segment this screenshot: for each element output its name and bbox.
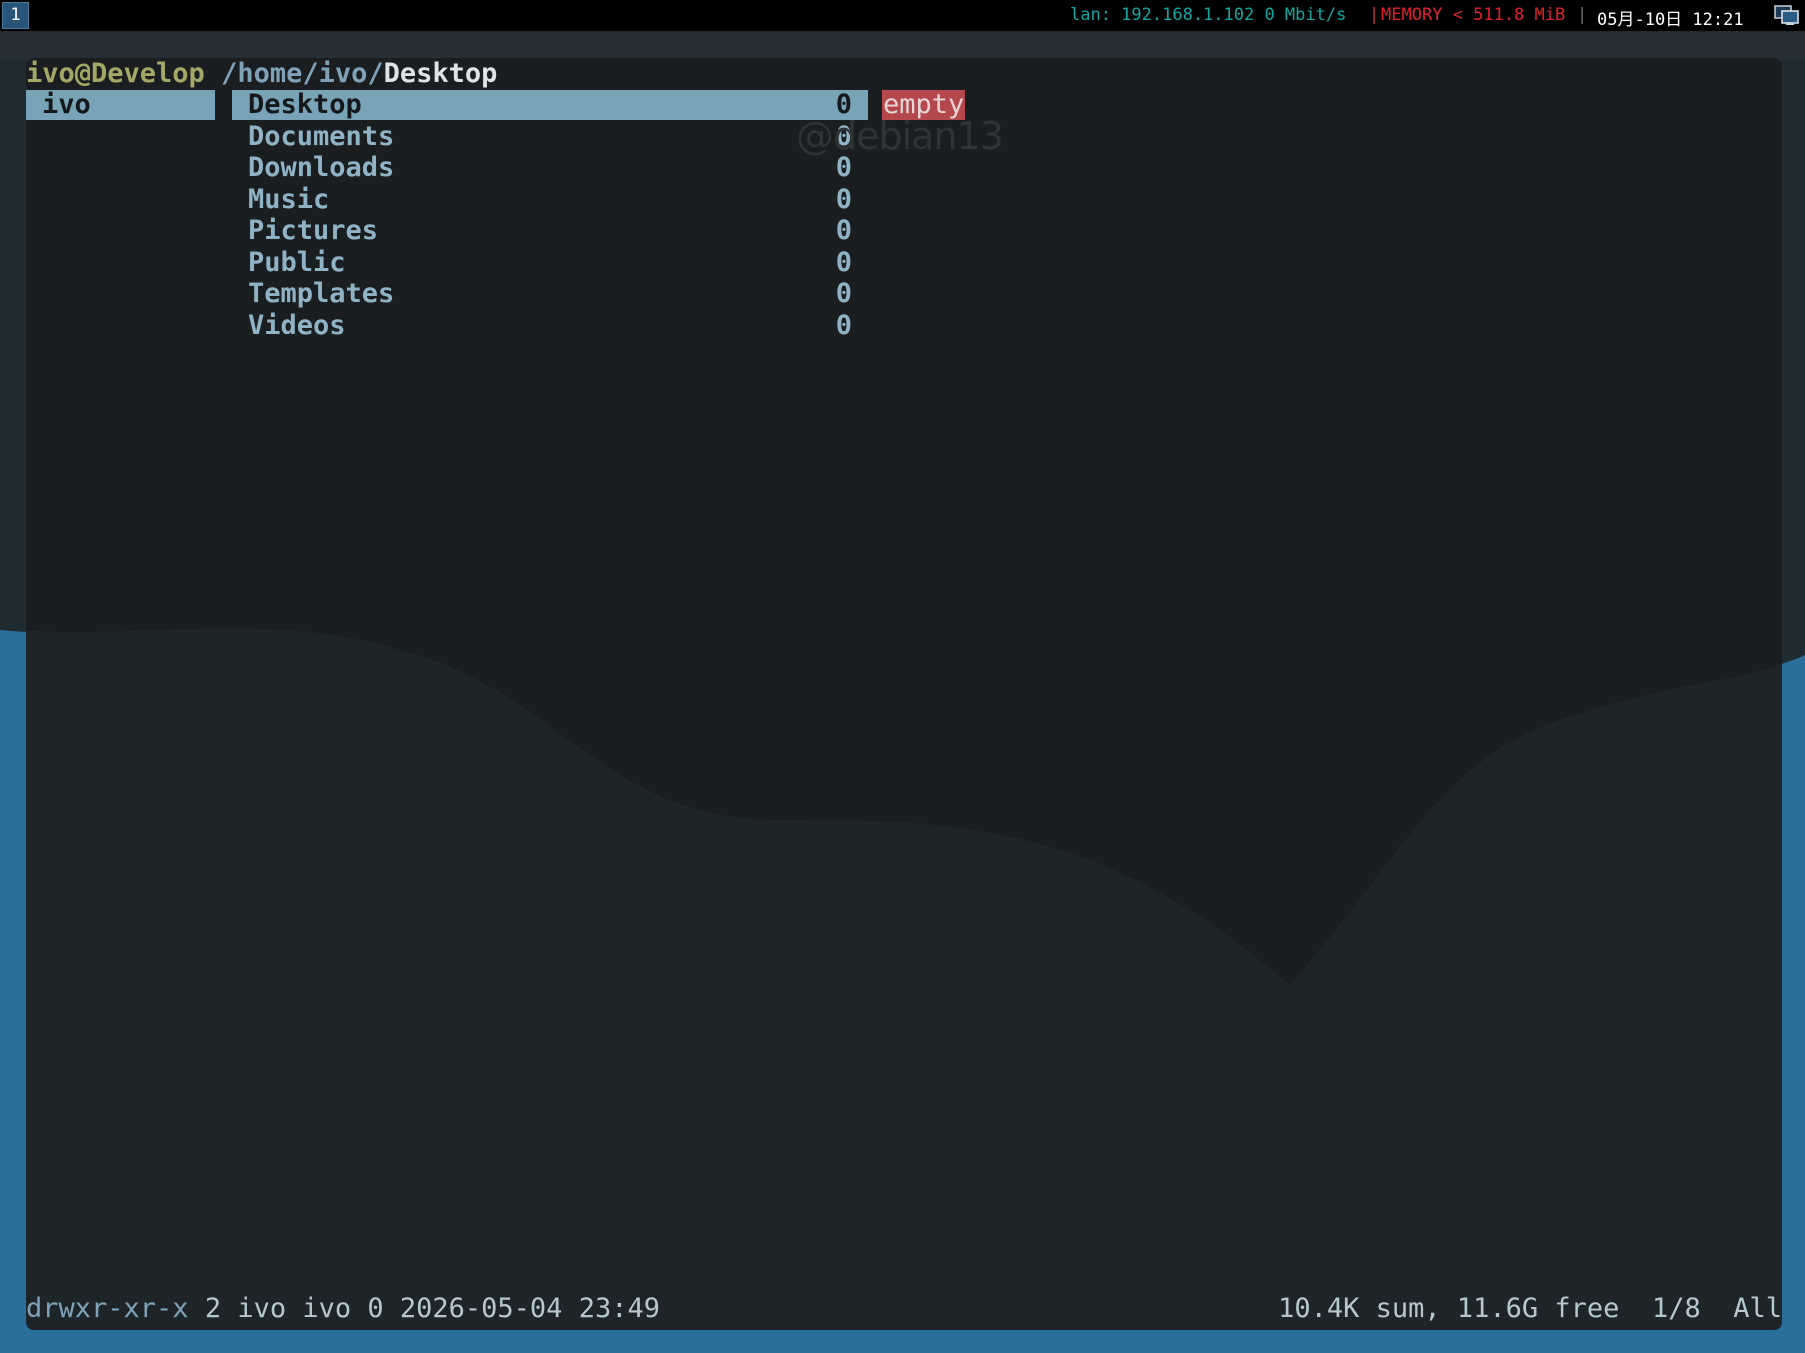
clock: 05月-10日 12:21 bbox=[1597, 10, 1744, 30]
list-item-documents[interactable]: Documents 0 bbox=[232, 120, 868, 152]
list-item-music[interactable]: Music 0 bbox=[232, 183, 868, 215]
parent-item-ivo[interactable]: ivo bbox=[26, 90, 215, 120]
list-item-downloads[interactable]: Downloads 0 bbox=[232, 153, 868, 183]
entry-name: Desktop bbox=[248, 89, 362, 120]
top-status-bar: 1 lan: 192.168.1.102 0 Mbit/s | MEMORY <… bbox=[0, 0, 1805, 31]
memory-status: MEMORY < 511.8 MiB bbox=[1381, 5, 1566, 25]
file-metadata: 2 ivo ivo 0 2026-05-04 23:49 bbox=[188, 1293, 660, 1324]
status-line: drwxr-xr-x 2 ivo ivo 0 2026-05-04 23:49 1… bbox=[26, 1293, 1782, 1325]
entry-name: Public bbox=[248, 246, 346, 278]
user-host-label: ivo@Develop bbox=[26, 58, 205, 89]
entry-name: Downloads bbox=[248, 152, 395, 183]
workspace-button[interactable]: 1 bbox=[2, 2, 29, 29]
current-path: /home/ivo/ bbox=[221, 58, 384, 89]
list-item-templates[interactable]: Templates 0 bbox=[232, 279, 868, 309]
terminal-window[interactable]: ivo@Develop /home/ivo/Desktop ivo Deskto… bbox=[26, 58, 1782, 1330]
list-item-pictures[interactable]: Pictures 0 bbox=[232, 216, 868, 246]
entry-name: Music bbox=[248, 183, 330, 215]
file-permissions: drwxr-xr-x bbox=[26, 1293, 189, 1324]
entry-name: Documents bbox=[248, 120, 395, 152]
current-directory: Desktop bbox=[383, 58, 498, 89]
entry-name: Templates bbox=[248, 278, 395, 309]
network-computer-icon[interactable] bbox=[1774, 4, 1800, 26]
entry-count: 0 bbox=[835, 246, 852, 278]
status-separator: | bbox=[1577, 5, 1588, 25]
list-item-public[interactable]: Public 0 bbox=[232, 246, 868, 278]
entry-count: 0 bbox=[835, 278, 852, 309]
debian-watermark: @debian13 bbox=[796, 114, 1004, 158]
list-item-videos[interactable]: Videos 0 bbox=[232, 309, 868, 341]
entry-name: Videos bbox=[248, 309, 346, 341]
entry-count: 0 bbox=[835, 309, 852, 341]
path-header: ivo@Develop /home/ivo/Desktop bbox=[26, 58, 497, 90]
disk-usage-info: 10.4K sum, 11.6G free 1/8 All bbox=[1278, 1293, 1782, 1324]
entry-count: 0 bbox=[835, 183, 852, 215]
entry-name: Pictures bbox=[248, 215, 379, 246]
list-item-desktop[interactable]: Desktop 0 bbox=[232, 90, 868, 120]
entry-count: 0 bbox=[835, 215, 852, 246]
status-separator: | bbox=[1369, 5, 1380, 25]
network-status: lan: 192.168.1.102 0 Mbit/s bbox=[1070, 5, 1347, 25]
